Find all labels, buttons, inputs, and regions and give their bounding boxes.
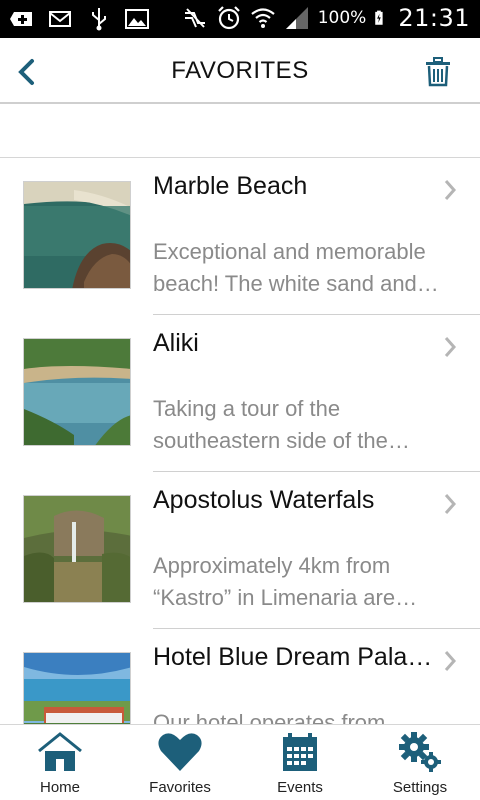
usb-icon	[92, 8, 106, 31]
trash-icon	[426, 57, 450, 87]
nav-settings-label: Settings	[392, 779, 448, 796]
nav-favorites[interactable]: Favorites	[120, 725, 240, 800]
list-item[interactable]: Aliki Taking a tour of the southeastern …	[0, 315, 480, 472]
wifi-icon	[251, 8, 275, 28]
item-title: Marble Beach	[153, 172, 308, 200]
bottom-navigation: Home Favorites Events Settings	[0, 724, 480, 800]
thumbnail-image	[23, 495, 131, 603]
battery-charging-icon	[375, 10, 383, 25]
nav-events[interactable]: Events	[240, 725, 360, 800]
signal-icon	[285, 7, 308, 29]
item-title: Hotel Blue Dream Pala…	[153, 643, 433, 671]
favorites-list: Marble Beach Exceptional and memorable b…	[0, 158, 480, 724]
nav-favorites-label: Favorites	[149, 779, 211, 796]
page-title: FAVORITES	[171, 57, 309, 84]
image-icon	[125, 9, 149, 29]
list-item[interactable]: Hotel Blue Dream Pala… Our hotel operate…	[0, 629, 480, 724]
item-description: Taking a tour of the southeastern side o…	[153, 396, 410, 453]
gears-icon	[397, 731, 443, 773]
delete-button[interactable]	[420, 54, 456, 90]
chevron-right-icon	[444, 651, 457, 671]
calendar-icon	[277, 731, 323, 773]
item-description: Our hotel operates from mid…	[153, 710, 386, 724]
list-item[interactable]: Apostolus Waterfals Approximately 4km fr…	[0, 472, 480, 629]
item-description: Approximately 4km from “Kastro” in Limen…	[153, 553, 418, 610]
nav-events-label: Events	[277, 779, 323, 796]
mail-icon	[49, 11, 71, 27]
nav-settings[interactable]: Settings	[360, 725, 480, 800]
chevron-right-icon	[444, 494, 457, 514]
nfc-icon	[184, 8, 205, 28]
thumbnail-image	[23, 652, 131, 724]
alarm-icon	[217, 6, 240, 30]
battery-percentage: 100%	[317, 8, 367, 28]
item-description: Exceptional and memorable beach! The whi…	[153, 239, 439, 296]
add-notification-icon	[10, 12, 32, 26]
list-item[interactable]: Marble Beach Exceptional and memorable b…	[0, 158, 480, 315]
chevron-right-icon	[444, 180, 457, 200]
chevron-right-icon	[444, 337, 457, 357]
home-icon	[37, 731, 83, 773]
favorites-screen: 100% 21:31 FAVORITES Marble Beach Except…	[0, 0, 480, 800]
item-title: Aliki	[153, 329, 199, 357]
header-spacer	[0, 104, 480, 158]
nav-home[interactable]: Home	[0, 725, 120, 800]
clock: 21:31	[398, 4, 470, 32]
app-header: FAVORITES	[0, 38, 480, 104]
item-title: Apostolus Waterfals	[153, 486, 375, 514]
thumbnail-image	[23, 338, 131, 446]
heart-icon	[157, 731, 203, 773]
nav-home-label: Home	[39, 779, 80, 796]
thumbnail-image	[23, 181, 131, 289]
status-bar: 100% 21:31	[0, 0, 480, 38]
